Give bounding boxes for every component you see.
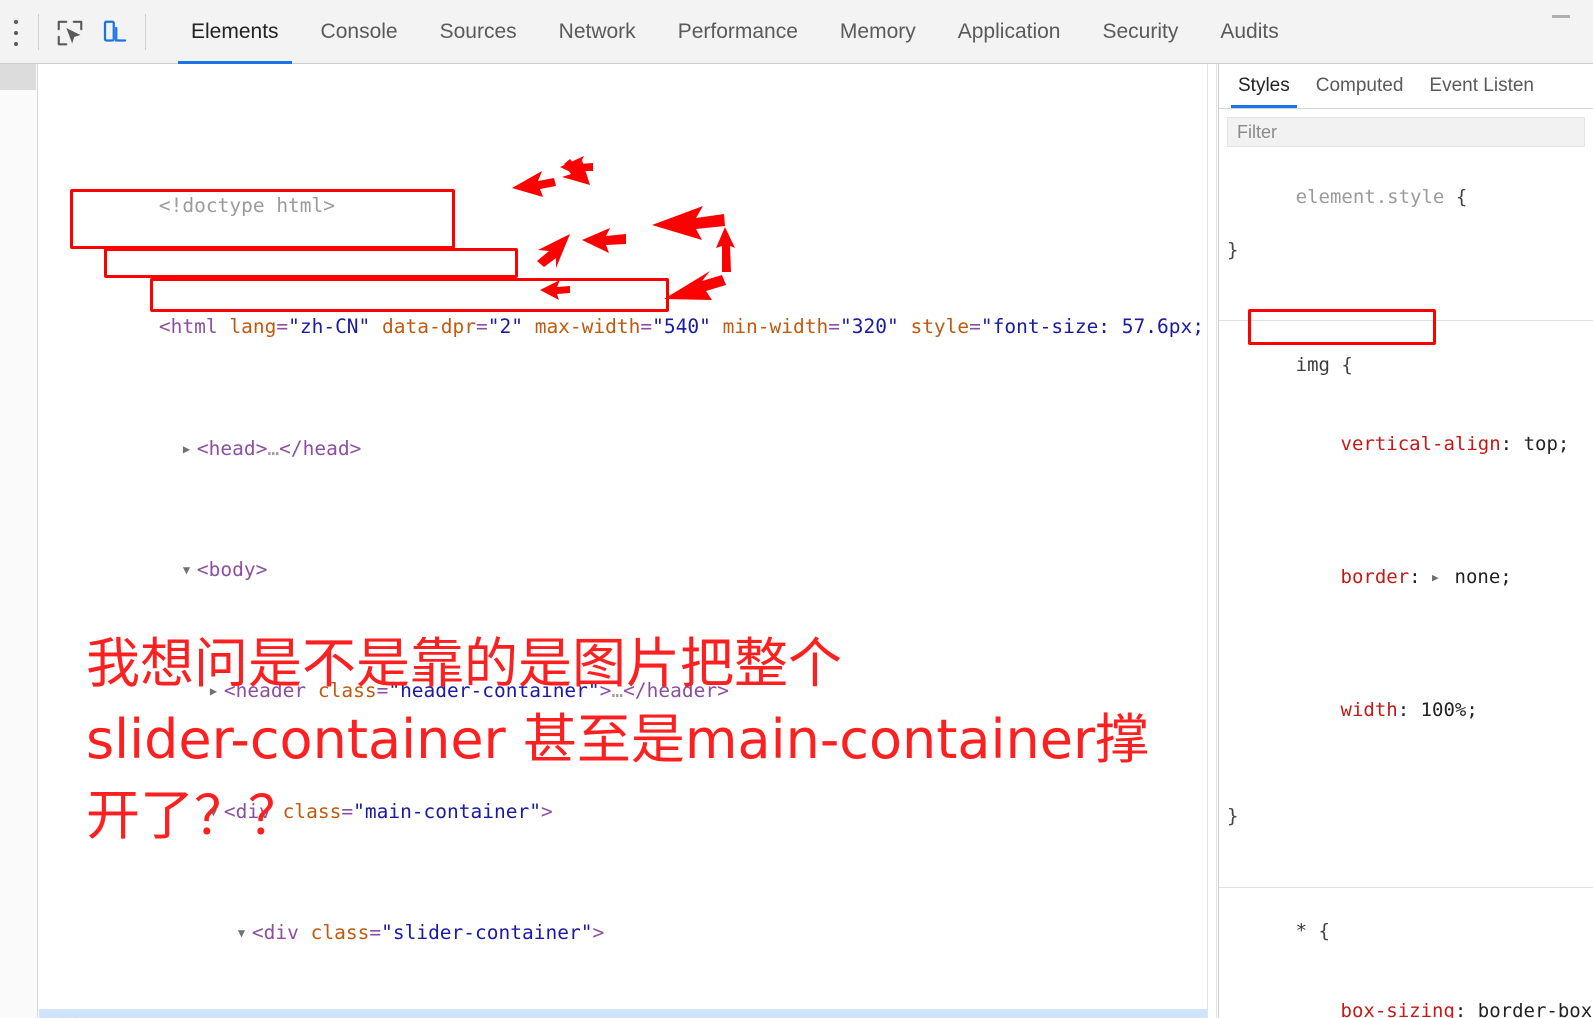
annotation-line-3: 开了？？ bbox=[86, 784, 302, 847]
dom-line-img-selected[interactable]: •••<img src="img/slider/1.jpg" alt="slid… bbox=[39, 1009, 1207, 1018]
devtools-tab-bar: Elements Console Sources Network Perform… bbox=[170, 0, 1300, 64]
rule-universal[interactable]: * { box-sizing: border-box; padding: ▶ 0… bbox=[1219, 888, 1593, 1018]
dom-line-body[interactable]: ▼ <body> bbox=[39, 524, 1207, 581]
dom-line-head[interactable]: ▶ <head>…</head> bbox=[39, 403, 1207, 460]
property-value[interactable]: border-box bbox=[1478, 1000, 1592, 1018]
toolbar-divider-2 bbox=[145, 14, 146, 50]
property-name: vertical-align bbox=[1340, 433, 1501, 455]
tab-application-label: Application bbox=[957, 20, 1061, 43]
tab-console[interactable]: Console bbox=[300, 0, 419, 64]
attr-data-dpr-value: "2" bbox=[487, 315, 523, 339]
tab-styles-label: Styles bbox=[1238, 75, 1290, 96]
tab-sources[interactable]: Sources bbox=[419, 0, 538, 64]
attr-max-width-value: "540" bbox=[652, 315, 711, 339]
close-brace: } bbox=[1227, 805, 1239, 827]
tab-sources-label: Sources bbox=[439, 20, 517, 43]
open-brace: { bbox=[1341, 353, 1353, 376]
declaration-vertical-align[interactable]: vertical-align: top; bbox=[1227, 405, 1593, 485]
rule-selector: * bbox=[1295, 920, 1308, 942]
tab-event-listeners[interactable]: Event Listen bbox=[1416, 64, 1547, 108]
attr-lang: lang bbox=[229, 315, 277, 339]
attr-class: class bbox=[310, 921, 370, 945]
doctype-text: <!doctype html> bbox=[158, 194, 336, 218]
styles-filter-input[interactable]: Filter bbox=[1227, 117, 1585, 147]
tab-audits-label: Audits bbox=[1220, 20, 1279, 43]
rule-selector: element.style bbox=[1295, 185, 1445, 208]
attr-style-value: "font-size: 57.6px;" bbox=[980, 315, 1207, 339]
property-value[interactable]: 100% bbox=[1421, 699, 1467, 721]
tab-memory-label: Memory bbox=[839, 20, 916, 43]
expand-triangle-icon[interactable]: ▶ bbox=[183, 434, 197, 464]
styles-panel-tab-bar: Styles Computed Event Listen bbox=[1219, 64, 1593, 109]
device-toolbar-icon[interactable] bbox=[100, 18, 130, 48]
attr-min-width: min-width bbox=[722, 315, 829, 339]
minimize-window-button[interactable] bbox=[1549, 6, 1573, 26]
inspect-element-icon[interactable] bbox=[55, 18, 85, 48]
declaration-width[interactable]: width: 100%; bbox=[1227, 671, 1593, 751]
tab-event-listeners-label: Event Listen bbox=[1429, 75, 1534, 96]
styles-panel: Styles Computed Event Listen Filter elem… bbox=[1218, 64, 1593, 1018]
tag-html: html bbox=[170, 315, 218, 339]
tab-network[interactable]: Network bbox=[538, 0, 657, 64]
tab-computed-label: Computed bbox=[1315, 75, 1404, 96]
rule-img[interactable]: img { vertical-align: top; border: ▶ non… bbox=[1219, 321, 1593, 888]
property-name: border bbox=[1340, 565, 1410, 588]
styles-filter-placeholder: Filter bbox=[1237, 121, 1277, 142]
attr-data-dpr: data-dpr bbox=[382, 315, 476, 339]
attr-max-width: max-width bbox=[534, 315, 641, 339]
tag-body: body bbox=[208, 557, 256, 581]
expand-shorthand-icon[interactable]: ▶ bbox=[1432, 565, 1443, 592]
slider-container-class-value: "slider-container" bbox=[381, 921, 593, 945]
dom-line-slider-container[interactable]: ▼ <div class="slider-container"> bbox=[39, 888, 1207, 944]
annotation-note: 我想问是不是靠的是图片把整个 slider-container 甚至是main-… bbox=[86, 626, 1196, 854]
tag-head: head bbox=[208, 436, 256, 460]
tag-div: div bbox=[263, 921, 299, 945]
scrollbar-thumb[interactable] bbox=[0, 64, 36, 90]
close-brace: } bbox=[1227, 238, 1239, 261]
declaration-border[interactable]: border: ▶ none; bbox=[1227, 537, 1593, 618]
collapsed-ellipsis: … bbox=[267, 436, 280, 460]
dom-tree-panel[interactable]: <!doctype html> <html lang="zh-CN" data-… bbox=[39, 64, 1207, 1018]
devtools-window: Elements Console Sources Network Perform… bbox=[0, 0, 1593, 1018]
toolbar-divider-1 bbox=[38, 14, 39, 50]
tab-network-label: Network bbox=[558, 20, 636, 43]
collapse-triangle-icon[interactable]: ▼ bbox=[238, 918, 252, 948]
tab-elements[interactable]: Elements bbox=[170, 0, 300, 64]
property-value[interactable]: top bbox=[1524, 433, 1558, 455]
left-scroll-gutter[interactable] bbox=[0, 64, 38, 1018]
annotation-line-1: 我想问是不是靠的是图片把整个 bbox=[86, 632, 842, 695]
tab-memory[interactable]: Memory bbox=[819, 0, 937, 64]
tab-application[interactable]: Application bbox=[937, 0, 1082, 64]
devtools-toolbar: Elements Console Sources Network Perform… bbox=[0, 0, 1593, 64]
tab-computed[interactable]: Computed bbox=[1303, 64, 1417, 108]
dom-line-html[interactable]: <html lang="zh-CN" data-dpr="2" max-widt… bbox=[39, 282, 1207, 338]
tab-console-label: Console bbox=[320, 20, 398, 43]
selection-dots: ••• bbox=[42, 1007, 83, 1018]
open-brace: { bbox=[1318, 920, 1330, 942]
more-options-icon[interactable] bbox=[5, 20, 27, 46]
attr-lang-value: "zh-CN" bbox=[288, 315, 371, 339]
rule-selector: img bbox=[1295, 353, 1330, 376]
annotation-line-2: slider-container 甚至是main-container撑 bbox=[86, 708, 1150, 771]
tab-performance-label: Performance bbox=[677, 20, 798, 43]
attr-style: style bbox=[910, 315, 970, 339]
tab-audits[interactable]: Audits bbox=[1199, 0, 1299, 64]
rule-element-style[interactable]: element.style { } bbox=[1219, 153, 1593, 321]
tab-security-label: Security bbox=[1102, 20, 1179, 43]
collapse-triangle-icon[interactable]: ▼ bbox=[183, 555, 197, 585]
property-name: box-sizing bbox=[1340, 999, 1455, 1018]
dom-line-doctype[interactable]: <!doctype html> bbox=[39, 161, 1207, 217]
tab-styles[interactable]: Styles bbox=[1225, 64, 1303, 108]
open-brace: { bbox=[1455, 185, 1468, 208]
tab-elements-label: Elements bbox=[191, 20, 279, 43]
tab-security[interactable]: Security bbox=[1081, 0, 1199, 64]
tag-head-close: head bbox=[302, 436, 350, 460]
attr-min-width-value: "320" bbox=[840, 315, 899, 339]
dom-vertical-scrollbar[interactable] bbox=[1207, 64, 1217, 1018]
property-value[interactable]: none bbox=[1455, 566, 1501, 588]
property-name: width bbox=[1340, 699, 1398, 721]
declaration-box-sizing[interactable]: box-sizing: border-box; bbox=[1227, 971, 1593, 1018]
tab-performance[interactable]: Performance bbox=[657, 0, 819, 64]
